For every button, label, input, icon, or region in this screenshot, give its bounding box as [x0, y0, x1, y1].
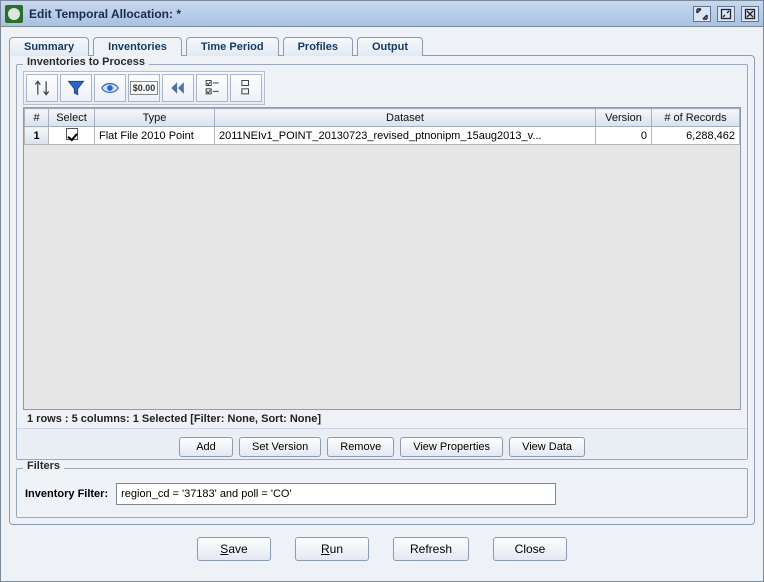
close-button[interactable]: Close	[493, 537, 567, 561]
tab-bar: Summary Inventories Time Period Profiles…	[9, 37, 755, 56]
table-toolbar: $0.00	[23, 71, 265, 105]
select-columns-button[interactable]	[196, 74, 228, 102]
refresh-button[interactable]: Refresh	[393, 537, 469, 561]
inventories-panel: Inventories to Process	[9, 55, 755, 525]
checkbox-icon[interactable]	[66, 128, 78, 140]
filter-button[interactable]	[60, 74, 92, 102]
content-area: Summary Inventories Time Period Profiles…	[1, 27, 763, 581]
cell-rownum: 1	[25, 127, 49, 145]
tab-profiles[interactable]: Profiles	[283, 37, 353, 56]
clear-rows-icon	[236, 78, 256, 98]
eye-icon	[100, 78, 120, 98]
rewind-icon	[168, 78, 188, 98]
add-button[interactable]: Add	[179, 437, 233, 457]
col-type[interactable]: Type	[95, 109, 215, 127]
window-controls	[693, 6, 759, 22]
col-records[interactable]: # of Records	[652, 109, 740, 127]
filter-funnel-icon	[66, 78, 86, 98]
reset-button[interactable]	[162, 74, 194, 102]
run-button[interactable]: Run	[295, 537, 369, 561]
window-frame: Edit Temporal Allocation: *	[0, 0, 764, 582]
select-columns-icon	[202, 78, 222, 98]
maximize-icon	[720, 8, 732, 20]
clear-selection-button[interactable]	[230, 74, 262, 102]
show-hide-button[interactable]	[94, 74, 126, 102]
tab-time-period[interactable]: Time Period	[186, 37, 279, 56]
minimize-button[interactable]	[693, 6, 711, 22]
close-window-button[interactable]	[741, 6, 759, 22]
minimize-detach-icon	[696, 8, 708, 20]
bottom-button-bar: Save Run Refresh Close	[9, 525, 755, 573]
table-header-row: # Select Type Dataset Version # of Recor…	[25, 109, 740, 127]
inventory-buttons: Add Set Version Remove View Properties V…	[17, 428, 747, 459]
inventory-filter-label: Inventory Filter:	[23, 488, 108, 500]
maximize-button[interactable]	[717, 6, 735, 22]
tab-inventories[interactable]: Inventories	[93, 37, 182, 56]
view-properties-button[interactable]: View Properties	[400, 437, 503, 457]
save-button[interactable]: Save	[197, 537, 271, 561]
rest: un	[330, 542, 343, 556]
format-button[interactable]: $0.00	[128, 74, 160, 102]
cell-records: 6,288,462	[652, 127, 740, 145]
mnemonic: R	[321, 542, 330, 556]
title-bar: Edit Temporal Allocation: *	[1, 1, 763, 27]
inventories-fieldset: Inventories to Process	[16, 64, 748, 460]
inventories-table-wrap: # Select Type Dataset Version # of Recor…	[23, 107, 741, 410]
inventory-filter-input[interactable]	[116, 483, 556, 505]
filters-fieldset: Filters Inventory Filter:	[16, 468, 748, 518]
sort-button[interactable]	[26, 74, 58, 102]
col-version[interactable]: Version	[596, 109, 652, 127]
tab-summary[interactable]: Summary	[9, 37, 89, 56]
cell-type: Flat File 2010 Point	[95, 127, 215, 145]
app-icon	[5, 5, 23, 23]
sort-icon	[32, 78, 52, 98]
col-rownum[interactable]: #	[25, 109, 49, 127]
cell-version: 0	[596, 127, 652, 145]
inventories-legend: Inventories to Process	[23, 56, 149, 68]
inventories-table[interactable]: # Select Type Dataset Version # of Recor…	[24, 108, 740, 145]
table-row[interactable]: 1 Flat File 2010 Point 2011NEIv1_POINT_2…	[25, 127, 740, 145]
tab-output[interactable]: Output	[357, 37, 423, 56]
cell-select[interactable]	[49, 127, 95, 145]
table-status: 1 rows : 5 columns: 1 Selected [Filter: …	[23, 410, 741, 428]
format-text-icon: $0.00	[130, 81, 159, 95]
window-title: Edit Temporal Allocation: *	[29, 7, 693, 21]
close-icon	[744, 8, 756, 20]
remove-button[interactable]: Remove	[327, 437, 394, 457]
rest: ave	[228, 542, 247, 556]
cell-dataset: 2011NEIv1_POINT_20130723_revised_ptnonip…	[215, 127, 596, 145]
filters-legend: Filters	[23, 460, 64, 472]
col-dataset[interactable]: Dataset	[215, 109, 596, 127]
col-select[interactable]: Select	[49, 109, 95, 127]
set-version-button[interactable]: Set Version	[239, 437, 321, 457]
view-data-button[interactable]: View Data	[509, 437, 585, 457]
